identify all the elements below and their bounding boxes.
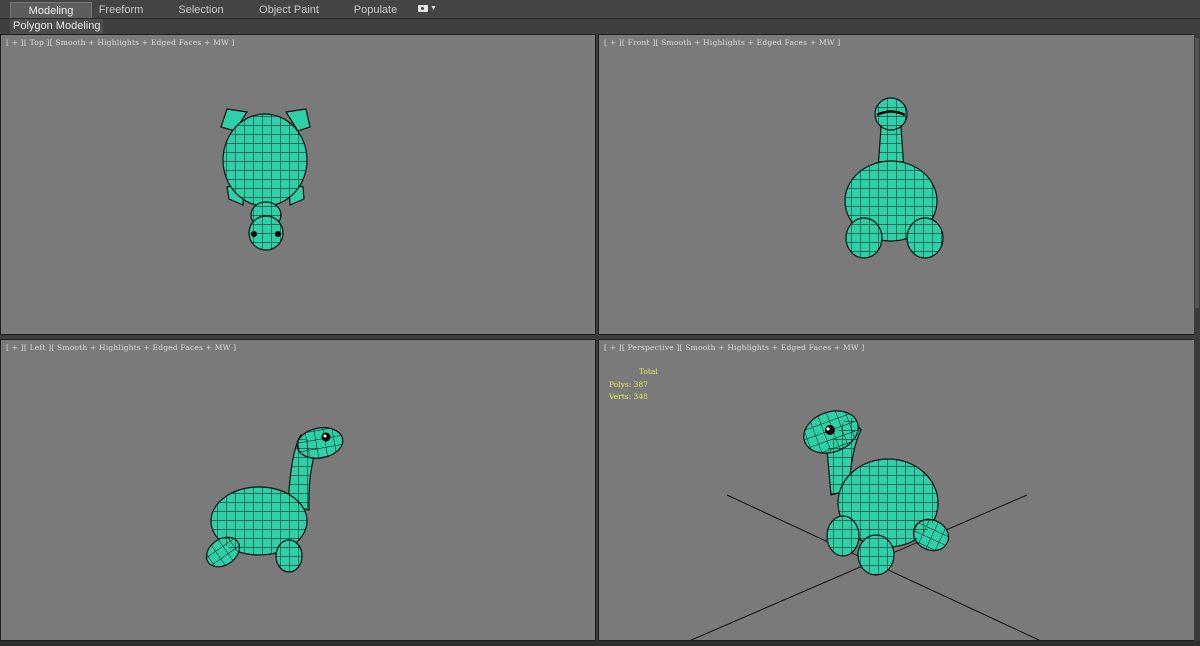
tab-modeling[interactable]: Modeling	[10, 2, 92, 18]
tab-selection[interactable]: Selection	[170, 2, 232, 18]
polygon-modeling-label[interactable]: Polygon Modeling	[10, 19, 104, 34]
tab-object-paint[interactable]: Object Paint	[254, 2, 324, 18]
left-view-model[interactable]	[1, 340, 596, 641]
perspective-view-model[interactable]	[599, 340, 1195, 641]
viewport-left[interactable]: [ + ][ Left ][ Smooth + Highlights + Edg…	[0, 339, 596, 641]
eye-left-top	[251, 231, 257, 237]
eye-perspective	[825, 425, 835, 435]
top-view-model[interactable]	[1, 35, 596, 335]
viewport-top[interactable]: [ + ][ Top ][ Smooth + Highlights + Edge…	[0, 34, 596, 335]
viewport-front[interactable]: [ + ][ Front ][ Smooth + Highlights + Ed…	[598, 34, 1195, 335]
scrollbar-thumb[interactable]	[1195, 38, 1199, 308]
tab-freeform[interactable]: Freeform	[92, 2, 150, 18]
right-scrollbar[interactable]	[1194, 34, 1200, 646]
viewport-perspective[interactable]: [ + ][ Perspective ][ Smooth + Highlight…	[598, 339, 1195, 641]
ribbon-bar: Modeling Freeform Selection Object Paint…	[0, 0, 1200, 19]
chevron-down-icon: ▼	[430, 5, 437, 12]
eye-right-top	[275, 231, 281, 237]
tab-populate[interactable]: Populate	[348, 2, 403, 18]
front-view-model[interactable]	[599, 35, 1195, 335]
bottom-timeline-strip	[0, 641, 1200, 646]
camera-icon	[418, 5, 428, 12]
ribbon-options-button[interactable]: ▼	[418, 4, 437, 15]
ribbon-panel-bar: Polygon Modeling	[0, 19, 1200, 34]
